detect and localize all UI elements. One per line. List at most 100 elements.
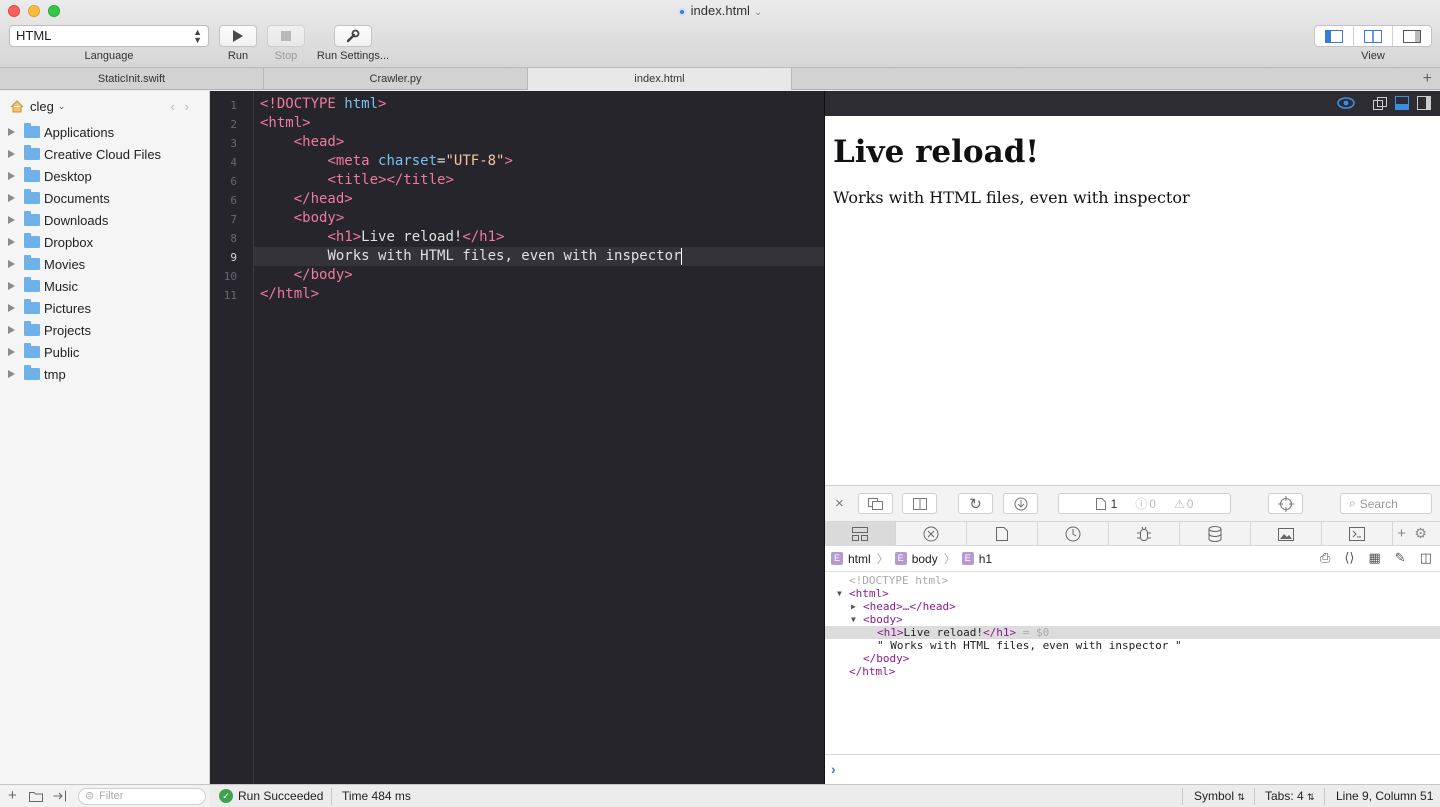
- toggle-right-panel-button[interactable]: [1393, 26, 1431, 46]
- navigation-arrows-icon[interactable]: ‹›: [170, 99, 199, 114]
- detach-window-icon[interactable]: [1373, 97, 1387, 110]
- add-tab-icon[interactable]: +: [1397, 525, 1406, 542]
- print-icon[interactable]: ⎙: [1320, 550, 1330, 566]
- divider: [1182, 788, 1183, 805]
- line-number: 7: [230, 213, 237, 226]
- disclosure-closed-icon[interactable]: ▶: [851, 600, 856, 613]
- disclosure-open-icon[interactable]: ▼: [851, 613, 856, 626]
- inspector-tab-extras: + ⚙: [1393, 522, 1431, 545]
- run-button[interactable]: [219, 25, 257, 47]
- tab-resources[interactable]: [967, 522, 1038, 546]
- braces-icon[interactable]: ⟨⟩: [1344, 550, 1354, 566]
- inspector-toolbar: × ↻ 1 ⓘ 0 ⚠ 0 ⌕ Search: [825, 486, 1440, 522]
- add-file-icon[interactable]: +: [8, 787, 17, 804]
- tab-console[interactable]: [1322, 522, 1393, 546]
- code-line: <meta charset="UTF-8">: [327, 153, 513, 169]
- dom-node[interactable]: <!DOCTYPE html>: [825, 574, 1440, 587]
- tab-debugger[interactable]: [1109, 522, 1180, 546]
- filter-input[interactable]: ⊜ Filter: [78, 788, 206, 805]
- dock-side-button[interactable]: [902, 493, 937, 514]
- disclosure-triangle-icon[interactable]: [8, 282, 15, 290]
- tab-crawler[interactable]: Crawler.py: [264, 68, 528, 90]
- reveal-icon[interactable]: [53, 790, 67, 802]
- close-inspector-icon[interactable]: ×: [835, 495, 844, 512]
- grid-icon[interactable]: ▦: [1369, 550, 1381, 566]
- tabs-popup[interactable]: Tabs: 4 ⇅: [1265, 789, 1315, 803]
- detach-inspector-button[interactable]: [858, 493, 893, 514]
- symbol-popup[interactable]: Symbol ⇅: [1194, 789, 1245, 803]
- dom-node[interactable]: ▼ <html>: [825, 587, 1440, 600]
- stop-button[interactable]: [267, 25, 305, 47]
- eye-icon[interactable]: [1337, 97, 1355, 109]
- dom-node-selected[interactable]: <h1>Live reload!</h1> = $0: [825, 626, 1440, 639]
- window-title[interactable]: index.html ⌄: [0, 3, 1440, 18]
- tab-storage[interactable]: [1180, 522, 1251, 546]
- breadcrumb-html[interactable]: Ehtml: [831, 552, 871, 566]
- disclosure-triangle-icon[interactable]: [8, 216, 15, 224]
- list-item[interactable]: Projects: [0, 319, 209, 341]
- disclosure-triangle-icon[interactable]: [8, 370, 15, 378]
- list-item[interactable]: Pictures: [0, 297, 209, 319]
- list-item[interactable]: Creative Cloud Files: [0, 143, 209, 165]
- inspector-search[interactable]: ⌕ Search: [1340, 493, 1432, 514]
- activity-viewer[interactable]: 1 ⓘ 0 ⚠ 0: [1058, 493, 1231, 514]
- disclosure-triangle-icon[interactable]: [8, 128, 15, 136]
- dom-text-node[interactable]: " Works with HTML files, even with inspe…: [825, 639, 1440, 652]
- disclosure-triangle-icon[interactable]: [8, 194, 15, 202]
- disclosure-triangle-icon[interactable]: [8, 304, 15, 312]
- code-editor[interactable]: 1 2 3 4 6 6 7 8 9 10 11 <!DOCTYPE html> …: [210, 91, 824, 784]
- play-icon: [233, 30, 243, 42]
- tab-staticinit[interactable]: StaticInit.swift: [0, 68, 264, 90]
- list-item[interactable]: Documents: [0, 187, 209, 209]
- disclosure-triangle-icon[interactable]: [8, 260, 15, 268]
- list-item[interactable]: Public: [0, 341, 209, 363]
- breadcrumb-body[interactable]: Ebody: [894, 552, 938, 566]
- list-item[interactable]: Movies: [0, 253, 209, 275]
- new-folder-icon[interactable]: [29, 790, 43, 802]
- list-item[interactable]: Music: [0, 275, 209, 297]
- element-badge-icon: E: [894, 552, 907, 565]
- list-item[interactable]: Desktop: [0, 165, 209, 187]
- select-element-button[interactable]: [1268, 493, 1303, 514]
- list-item[interactable]: tmp: [0, 363, 209, 385]
- dom-node[interactable]: ▼ <body>: [825, 613, 1440, 626]
- tab-network[interactable]: [896, 522, 967, 546]
- folder-icon: [24, 277, 40, 292]
- dom-node[interactable]: </html>: [825, 665, 1440, 678]
- disclosure-open-icon[interactable]: ▼: [837, 587, 842, 600]
- disclosure-triangle-icon[interactable]: [8, 150, 15, 158]
- pencil-icon[interactable]: ✎: [1395, 550, 1406, 566]
- sidebar-icon[interactable]: ◫: [1420, 550, 1432, 566]
- dock-right-icon[interactable]: [1417, 96, 1431, 110]
- disclosure-triangle-icon[interactable]: [8, 238, 15, 246]
- toggle-split-button[interactable]: [1354, 26, 1393, 46]
- console-input[interactable]: ›: [825, 754, 1440, 784]
- tab-index-html[interactable]: index.html: [528, 68, 792, 90]
- tab-elements[interactable]: [825, 522, 896, 546]
- breadcrumb-h1[interactable]: Eh1: [961, 552, 992, 566]
- list-item[interactable]: Dropbox: [0, 231, 209, 253]
- reload-button[interactable]: ↻: [958, 493, 993, 514]
- dom-node[interactable]: ▶ <head>…</head>: [825, 600, 1440, 613]
- chevron-down-icon[interactable]: ⌄: [58, 101, 66, 112]
- console-prompt-icon: ›: [831, 761, 836, 777]
- run-time: Time 484 ms: [342, 789, 411, 803]
- gear-icon[interactable]: ⚙: [1414, 525, 1427, 542]
- disclosure-triangle-icon[interactable]: [8, 172, 15, 180]
- dom-tree[interactable]: <!DOCTYPE html> ▼ <html> ▶ <head>…</head> …: [825, 572, 1440, 678]
- add-tab-icon[interactable]: +: [1423, 68, 1432, 90]
- dom-node[interactable]: </body>: [825, 652, 1440, 665]
- disclosure-triangle-icon[interactable]: [8, 326, 15, 334]
- list-item[interactable]: Downloads: [0, 209, 209, 231]
- tab-canvas[interactable]: [1251, 522, 1322, 546]
- folder-icon: [24, 321, 40, 336]
- list-item[interactable]: Applications: [0, 121, 209, 143]
- tab-timelines[interactable]: [1038, 522, 1109, 546]
- root-folder-label[interactable]: cleg: [30, 99, 54, 114]
- toggle-navigator-button[interactable]: [1315, 26, 1354, 46]
- run-settings-button[interactable]: [334, 25, 372, 47]
- language-select[interactable]: HTML ▲ ▼: [9, 25, 209, 47]
- download-button[interactable]: [1003, 493, 1038, 514]
- dock-bottom-icon[interactable]: [1395, 96, 1409, 110]
- disclosure-triangle-icon[interactable]: [8, 348, 15, 356]
